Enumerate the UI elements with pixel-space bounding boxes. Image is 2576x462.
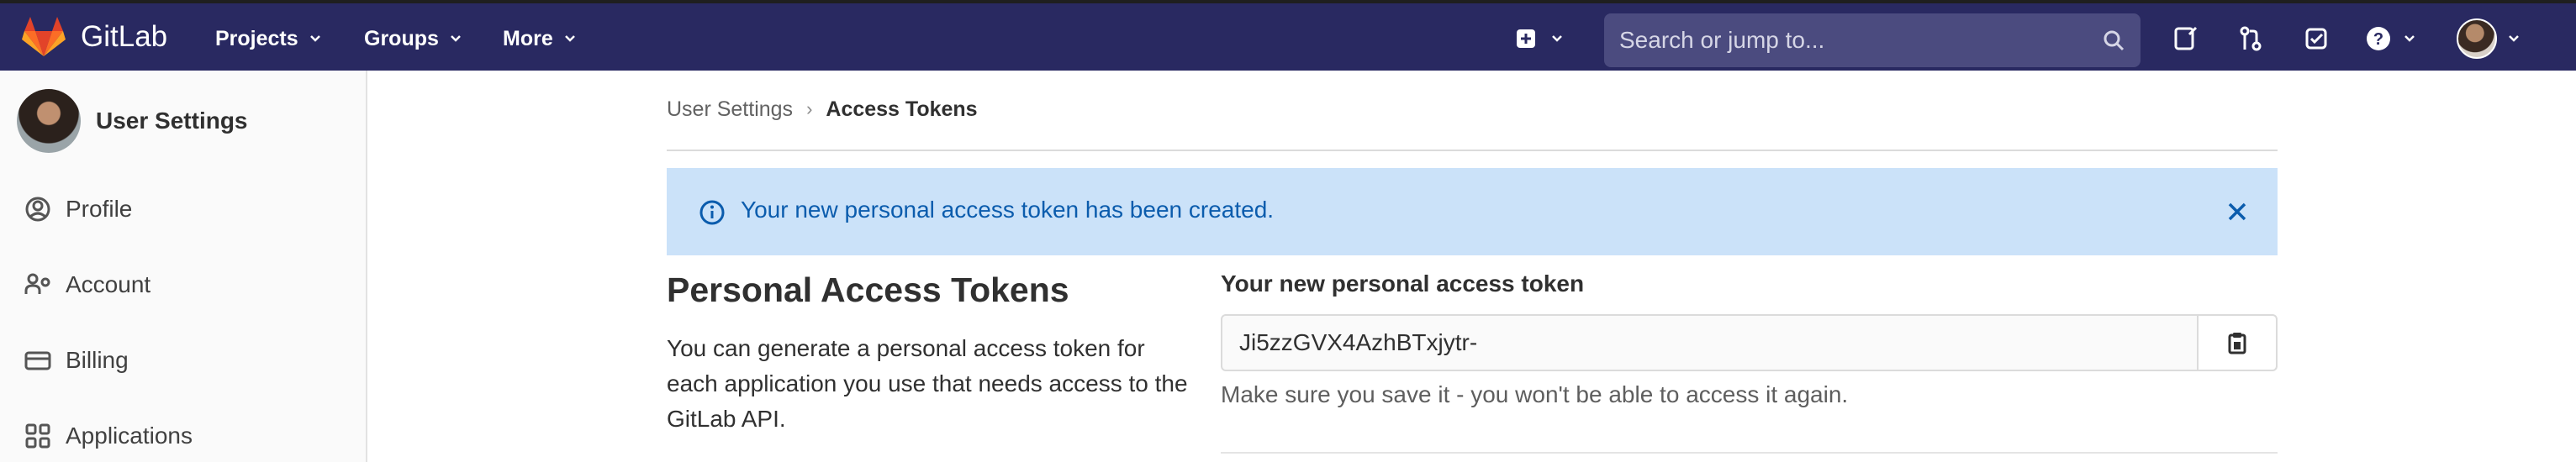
breadcrumb-parent[interactable]: User Settings [667, 97, 793, 122]
token-field-group [1221, 314, 2278, 371]
sidebar-item-label: Billing [66, 347, 129, 373]
token-label: Your new personal access token [1221, 270, 1585, 297]
projects-menu[interactable]: Projects [215, 20, 322, 57]
breadcrumb-current[interactable]: Access Tokens [826, 97, 977, 122]
chevron-down-icon [564, 35, 575, 42]
chevron-down-icon [309, 35, 320, 42]
merge-request-icon [2240, 26, 2262, 51]
help-icon: ? [2367, 27, 2390, 50]
profile-icon [25, 197, 50, 222]
applications-icon [25, 423, 50, 449]
alert-message: Your new personal access token has been … [741, 197, 1275, 223]
chevron-down-icon [451, 35, 461, 42]
sidebar-item-applications[interactable]: Applications [24, 417, 193, 454]
todos-button[interactable] [2302, 22, 2331, 55]
sidebar-item-label: Account [66, 271, 151, 297]
issues-icon [2174, 26, 2198, 50]
more-menu-label: More [503, 26, 553, 50]
chevron-down-icon [1552, 35, 1562, 42]
plus-square-icon [1517, 29, 1535, 48]
breadcrumb: User Settings › Access Tokens [667, 94, 978, 124]
sidebar-title: User Settings [96, 108, 248, 134]
groups-menu[interactable]: Groups [364, 20, 462, 57]
more-menu[interactable]: More [503, 20, 577, 57]
sidebar-item-label: Profile [66, 196, 133, 222]
issues-button[interactable] [2171, 22, 2199, 55]
settings-sidebar: User Settings Profile Account Billing Ap… [0, 71, 367, 462]
copy-token-button[interactable] [2197, 316, 2276, 370]
clipboard-icon [2228, 333, 2246, 354]
sidebar-item-billing[interactable]: Billing [24, 342, 129, 379]
search-bar[interactable] [1604, 13, 2141, 67]
help-dropdown[interactable]: ? [2364, 22, 2416, 55]
user-menu[interactable] [2457, 18, 2521, 59]
chevron-down-icon [2404, 35, 2415, 42]
new-item-dropdown[interactable] [1512, 22, 1564, 55]
search-icon [2104, 30, 2125, 51]
merge-requests-button[interactable] [2236, 22, 2265, 55]
avatar [17, 89, 81, 153]
top-navbar: GitLab Projects Groups More ? [0, 0, 2576, 71]
projects-menu-label: Projects [215, 26, 298, 50]
info-icon [699, 200, 725, 225]
search-input[interactable] [1619, 27, 2090, 54]
sidebar-header[interactable]: User Settings [17, 89, 248, 153]
sidebar-item-label: Applications [66, 423, 193, 449]
groups-menu-label: Groups [364, 26, 439, 50]
chevron-down-icon [2509, 35, 2519, 42]
gitlab-home-link[interactable]: GitLab [22, 15, 167, 59]
todo-icon [2305, 28, 2327, 50]
close-icon[interactable] [2225, 200, 2249, 223]
sidebar-item-account[interactable]: Account [24, 266, 150, 303]
token-help-text: Make sure you save it - you won't be abl… [1221, 381, 1849, 407]
divider [1221, 452, 2278, 454]
account-icon [24, 273, 50, 294]
divider [667, 150, 2278, 151]
section-description: You can generate a personal access token… [667, 335, 1188, 432]
billing-icon [24, 351, 51, 370]
success-alert: Your new personal access token has been … [667, 168, 2278, 255]
token-value-field[interactable] [1222, 316, 2197, 370]
sidebar-item-profile[interactable]: Profile [24, 191, 132, 228]
section-title: Personal Access Tokens [667, 270, 1069, 309]
brand-name: GitLab [81, 20, 168, 53]
svg-text:?: ? [2373, 30, 2383, 49]
chevron-right-icon: › [806, 98, 813, 119]
gitlab-logo-icon [22, 17, 66, 56]
user-avatar [2457, 18, 2497, 59]
